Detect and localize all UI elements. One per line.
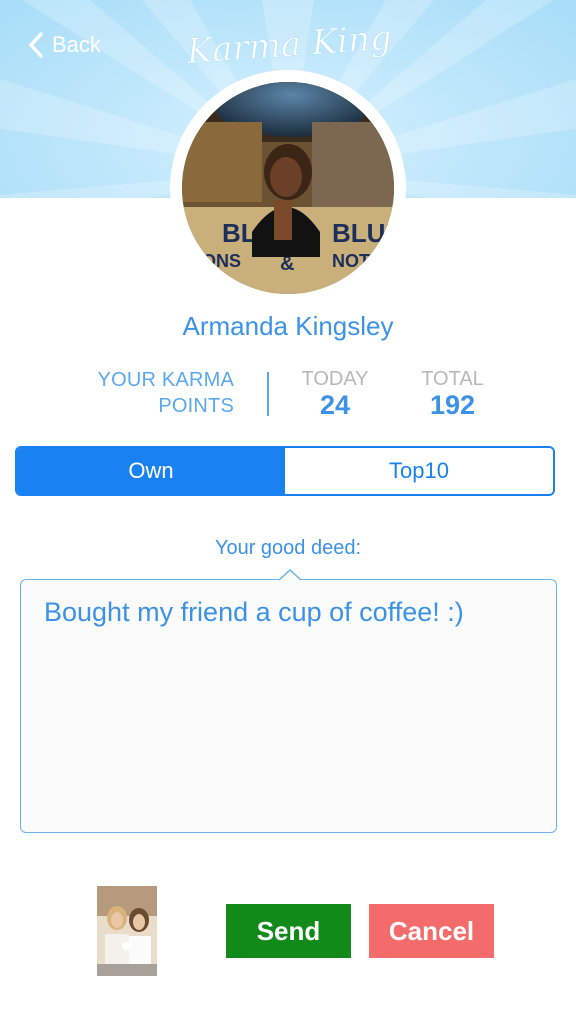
back-button[interactable]: Back <box>28 28 101 62</box>
segmented-control: Own Top10 <box>15 446 555 496</box>
segment-own[interactable]: Own <box>17 448 285 494</box>
segment-top10[interactable]: Top10 <box>285 448 553 494</box>
good-deed-text[interactable]: Bought my friend a cup of coffee! :) <box>44 597 544 628</box>
karma-label-line1: YOUR KARMA <box>97 369 234 391</box>
profile-photo-icon: BLUE BLUE ONS & NOT <box>182 82 394 294</box>
good-deed-label: Your good deed: <box>214 537 362 559</box>
user-name: Armanda Kingsley <box>182 311 394 341</box>
karma-points-label: YOUR KARMA POINTS <box>60 367 234 419</box>
back-label: Back <box>52 32 101 57</box>
svg-text:Karma King: Karma King <box>184 18 392 72</box>
karma-label-line2: POINTS <box>158 395 234 417</box>
today-value: 24 <box>319 390 351 420</box>
send-button[interactable]: Send <box>226 904 351 958</box>
today-label: TODAY <box>301 368 369 390</box>
cancel-button[interactable]: Cancel <box>369 904 494 958</box>
chevron-left-icon <box>29 32 43 58</box>
photo-icon <box>97 886 157 976</box>
total-label: TOTAL <box>421 368 484 390</box>
total-value: 192 <box>429 390 476 420</box>
avatar[interactable]: BLUE BLUE ONS & NOT <box>182 82 394 294</box>
attached-photo-thumbnail[interactable] <box>97 886 157 976</box>
karma-divider <box>267 372 269 416</box>
speech-notch <box>279 569 301 581</box>
